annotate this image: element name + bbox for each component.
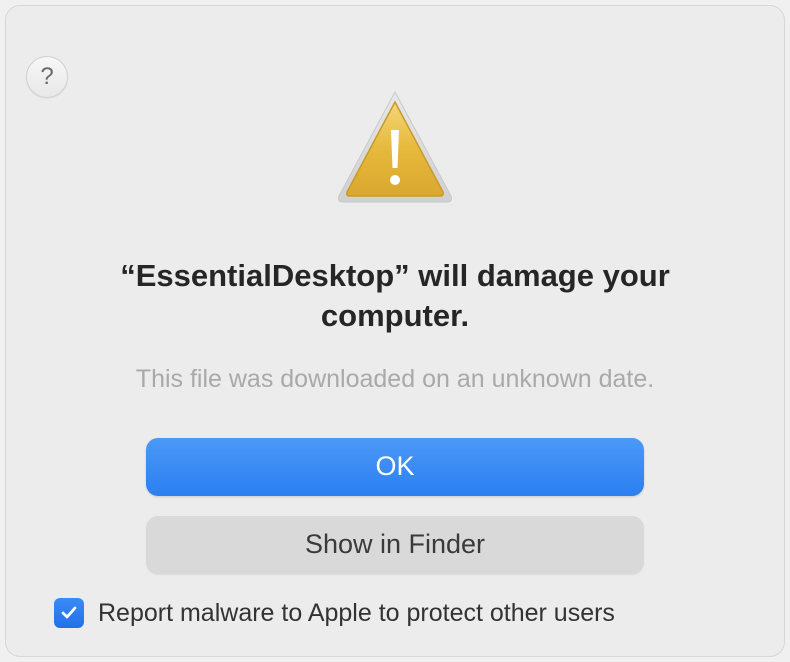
show-in-finder-button[interactable]: Show in Finder	[146, 516, 644, 574]
dialog-subtitle: This file was downloaded on an unknown d…	[48, 365, 742, 394]
button-container: OK Show in Finder	[48, 438, 742, 574]
ok-button[interactable]: OK	[146, 438, 644, 496]
report-malware-checkbox[interactable]	[54, 598, 84, 628]
warning-icon	[331, 86, 459, 214]
checkmark-icon	[59, 603, 79, 623]
icon-container	[48, 86, 742, 214]
report-malware-row: Report malware to Apple to protect other…	[48, 598, 742, 628]
dialog-title: “EssentialDesktop” will damage your comp…	[48, 256, 742, 337]
malware-warning-dialog: ? “EssentialDesktop” will damage your co	[6, 6, 784, 656]
report-malware-label: Report malware to Apple to protect other…	[98, 599, 615, 628]
